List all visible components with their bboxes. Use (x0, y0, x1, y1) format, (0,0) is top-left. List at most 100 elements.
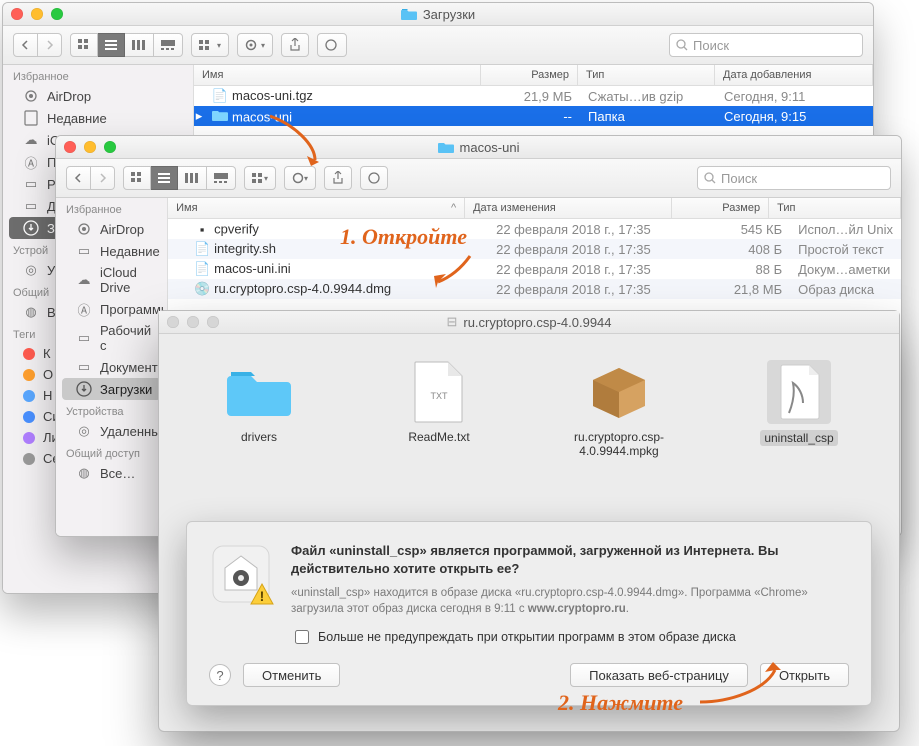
icon-view-button[interactable] (123, 166, 151, 190)
cancel-button[interactable]: Отменить (243, 663, 340, 687)
sidebar-item-downloads[interactable]: Загрузки (62, 378, 161, 400)
cloud-icon: ☁︎ (76, 272, 92, 288)
tag-icon (325, 39, 339, 51)
share-button[interactable] (281, 33, 309, 57)
sidebar-item-airdrop[interactable]: AirDrop (56, 218, 167, 240)
arrange-button[interactable]: ▾ (244, 166, 276, 190)
file-row[interactable]: 📄integrity.sh22 февраля 2018 г., 17:3540… (168, 239, 901, 259)
warning-app-icon: ! (209, 542, 273, 606)
col-date[interactable]: Дата добавления (715, 65, 873, 85)
column-view-button[interactable] (178, 166, 207, 190)
help-button[interactable]: ? (209, 664, 231, 686)
close-icon[interactable] (11, 8, 23, 20)
column-headers[interactable]: Имя^ Дата изменения Размер Тип (168, 198, 901, 219)
show-webpage-button[interactable]: Показать веб-страницу (570, 663, 748, 687)
titlebar[interactable]: ⊟ru.cryptopro.csp-4.0.9944 (159, 311, 899, 334)
forward-button[interactable] (38, 33, 62, 57)
sidebar-item-icloud[interactable]: ☁︎iCloud Drive (56, 262, 167, 298)
close-icon[interactable] (167, 316, 179, 328)
doc-icon: ▭ (76, 243, 92, 259)
grid-item-folder[interactable]: drivers (199, 360, 319, 459)
file-row[interactable]: 📄macos-uni.ini22 февраля 2018 г., 17:358… (168, 259, 901, 279)
share-icon (289, 38, 301, 52)
airdrop-icon (23, 88, 39, 104)
tag-dot-icon (23, 411, 35, 423)
sidebar-item-remote[interactable]: ◎Удаленны (56, 420, 167, 442)
file-row[interactable]: 💿ru.cryptopro.csp-4.0.9944.dmg22 февраля… (168, 279, 901, 299)
back-button[interactable] (66, 166, 91, 190)
icon-view-button[interactable] (70, 33, 98, 57)
sidebar-heading-shared: Общий доступ (56, 442, 167, 462)
action-button[interactable]: ▾ (284, 166, 316, 190)
window-title: macos-uni (460, 140, 520, 155)
search-icon (704, 172, 716, 184)
arrange-button[interactable]: ▾ (191, 33, 229, 57)
sidebar-item-airdrop[interactable]: AirDrop (3, 85, 193, 107)
file-row[interactable]: 📄macos-uni.tgz 21,9 МБ Сжаты…ив gzip Сег… (194, 86, 873, 106)
exec-icon: ▪ (194, 221, 210, 237)
sidebar-item-recents[interactable]: Недавние (3, 107, 193, 129)
titlebar[interactable]: Загрузки (3, 3, 873, 26)
file-icon: 📄 (194, 241, 210, 257)
tag-dot-icon (23, 369, 35, 381)
cloud-icon: ☁︎ (23, 132, 39, 148)
col-kind[interactable]: Тип (769, 198, 901, 218)
search-field[interactable]: Поиск (697, 166, 891, 190)
dont-warn-checkbox[interactable]: Больше не предупреждать при открытии про… (291, 627, 849, 647)
tag-dot-icon (23, 390, 35, 402)
col-date[interactable]: Дата изменения (465, 198, 672, 218)
zoom-icon[interactable] (104, 141, 116, 153)
col-name[interactable]: Имя (176, 202, 197, 214)
view-switcher[interactable] (123, 166, 236, 190)
col-size[interactable]: Размер (481, 65, 578, 85)
tags-button[interactable] (360, 166, 388, 190)
action-button[interactable]: ▾ (237, 33, 273, 57)
minimize-icon[interactable] (187, 316, 199, 328)
file-row[interactable]: ▪cpverify22 февраля 2018 г., 17:35545 КБ… (168, 219, 901, 239)
search-field[interactable]: Поиск (669, 33, 863, 57)
apps-icon: Ⓐ (76, 301, 92, 317)
zoom-icon[interactable] (51, 8, 63, 20)
column-headers[interactable]: Имя Размер Тип Дата добавления (194, 65, 873, 86)
view-switcher[interactable] (70, 33, 183, 57)
download-icon (76, 381, 92, 397)
icon-grid: drivers TXT ReadMe.txt ru.cryptopro.csp-… (159, 334, 899, 469)
gear-icon (245, 39, 259, 51)
checkbox-input[interactable] (295, 630, 309, 644)
grid-item-pkg[interactable]: ru.cryptopro.csp-4.0.9944.mpkg (559, 360, 679, 459)
close-icon[interactable] (64, 141, 76, 153)
desktop-icon: ▭ (23, 176, 39, 192)
titlebar[interactable]: macos-uni (56, 136, 901, 159)
disclosure-icon[interactable]: ▸ (194, 108, 204, 124)
sidebar-item-all[interactable]: ◍Все… (56, 462, 167, 484)
sidebar-item-recents[interactable]: ▭Недавние (56, 240, 167, 262)
sidebar-item-apps[interactable]: ⒶПрограммы (56, 298, 167, 320)
list-view-button[interactable] (151, 166, 178, 190)
disk-icon: ⊟ (446, 314, 457, 330)
grid-item-script-selected[interactable]: uninstall_csp (739, 360, 859, 459)
tags-button[interactable] (317, 33, 347, 57)
gallery-view-button[interactable] (207, 166, 236, 190)
zoom-icon[interactable] (207, 316, 219, 328)
folder-row-selected[interactable]: ▸ macos-uni -- Папка Сегодня, 9:15 (194, 106, 873, 126)
share-button[interactable] (324, 166, 352, 190)
back-button[interactable] (13, 33, 38, 57)
minimize-icon[interactable] (31, 8, 43, 20)
gallery-view-button[interactable] (154, 33, 183, 57)
col-kind[interactable]: Тип (578, 65, 715, 85)
column-view-button[interactable] (125, 33, 154, 57)
nav-back-forward[interactable] (13, 33, 62, 57)
forward-button[interactable] (91, 166, 115, 190)
minimize-icon[interactable] (84, 141, 96, 153)
col-size[interactable]: Размер (672, 198, 769, 218)
dialog-heading: Файл «uninstall_csp» является программой… (291, 542, 849, 577)
sidebar-item-documents[interactable]: ▭Документ (56, 356, 167, 378)
doc-icon (23, 110, 39, 126)
disk-icon: ◎ (23, 262, 39, 278)
search-placeholder: Поиск (693, 38, 729, 53)
sidebar-item-desktop[interactable]: ▭Рабочий с (56, 320, 167, 356)
list-view-button[interactable] (98, 33, 125, 57)
open-button[interactable]: Открыть (760, 663, 849, 687)
col-name[interactable]: Имя (194, 65, 481, 85)
grid-item-txt[interactable]: TXT ReadMe.txt (379, 360, 499, 459)
